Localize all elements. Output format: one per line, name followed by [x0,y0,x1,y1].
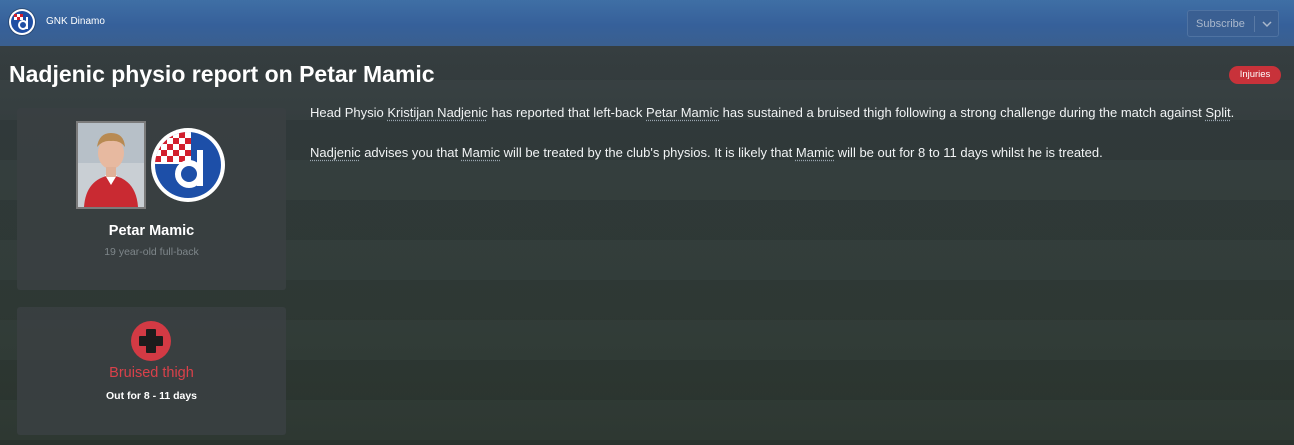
text-segment: will be treated by the club's physios. I… [500,145,796,160]
player-name[interactable]: Petar Mamic [17,223,286,239]
opponent-link[interactable]: Split [1205,105,1230,120]
news-paragraph-1: Head Physio Kristijan Nadjenic has repor… [310,103,1270,123]
dinamo-crest-icon[interactable] [9,9,35,35]
player-card: Petar Mamic 19 year-old full-back [17,108,286,290]
text-segment: has sustained a bruised thigh following … [719,105,1206,120]
club-name-link[interactable]: GNK Dinamo [46,16,105,27]
text-segment: will be out for 8 to 11 days whilst he i… [834,145,1103,160]
text-segment: . [1230,105,1235,120]
physio-link[interactable]: Kristijan Nadjenic [387,105,487,120]
injury-duration: Out for 8 - 11 days [105,390,198,402]
player-link[interactable]: Mamic [462,145,500,160]
text-segment: Head Physio [310,105,388,120]
subscribe-button[interactable]: Subscribe [1187,10,1279,37]
injury-cross-icon [131,321,171,361]
injury-name: Bruised thigh [109,365,194,381]
page-title: Nadjenic physio report on Petar Mamic [9,61,435,87]
physio-link[interactable]: Nadjenic [310,145,361,160]
club-crest-icon[interactable] [151,128,225,202]
top-bar: GNK Dinamo Subscribe [0,0,1294,46]
text-segment: has reported that left-back [487,105,647,120]
news-body: Head Physio Kristijan Nadjenic has repor… [310,103,1270,183]
chevron-down-icon[interactable] [1260,17,1274,31]
news-paragraph-2: Nadjenic advises you that Mamic will be … [310,143,1270,163]
player-description: 19 year-old full-back [104,246,199,258]
text-segment: advises you that [360,145,462,160]
player-link[interactable]: Mamic [796,145,834,160]
injury-card: Bruised thigh Out for 8 - 11 days [17,307,286,435]
subscribe-label: Subscribe [1196,18,1245,30]
category-badge-injuries[interactable]: Injuries [1229,66,1281,84]
player-link[interactable]: Petar Mamic [646,105,719,120]
player-photo[interactable] [76,121,146,209]
subscribe-divider [1254,16,1255,32]
